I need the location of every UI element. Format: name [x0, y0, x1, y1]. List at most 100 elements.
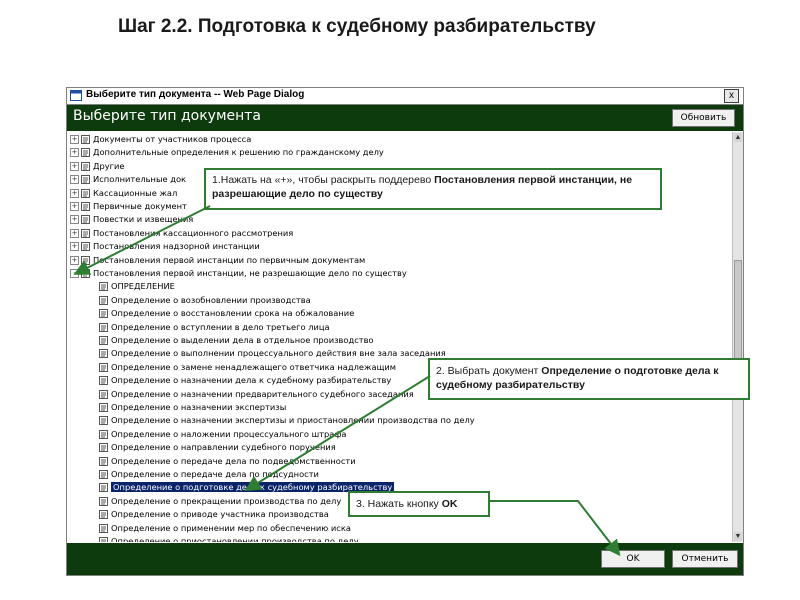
callout-3-text: 3. Нажать кнопку [356, 498, 442, 510]
tree-child-node[interactable]: Определение о назначении предварительног… [99, 388, 414, 401]
document-icon [99, 376, 108, 386]
document-icon [99, 416, 108, 426]
tree-child-node[interactable]: Определение о передаче дела по подведомс… [99, 455, 356, 468]
document-icon [81, 161, 90, 171]
document-icon [99, 456, 108, 466]
callout-step-2: 2. Выбрать документ Определение о подгот… [428, 358, 750, 400]
tree-node-label: Первичные документ [93, 201, 187, 211]
tree-node[interactable]: + Повестки и извещения [70, 213, 193, 226]
document-icon [99, 443, 108, 453]
document-icon [99, 389, 108, 399]
tree-node-label: Определение о вступлении в дело третьего… [111, 321, 330, 332]
tree-child-node[interactable]: Определение о приостановлении производст… [99, 535, 359, 542]
scroll-down-arrow-icon[interactable]: ▼ [734, 532, 742, 541]
tree-node-label: Повестки и извещения [93, 214, 194, 225]
callout-step-1: 1.Нажать на «+», чтобы раскрыть поддерев… [204, 168, 662, 210]
web-page-icon [70, 90, 82, 101]
tree-child-node[interactable]: Определение о выделении дела в отдельное… [99, 334, 374, 347]
tree-node-label: Кассационные жал [93, 187, 178, 198]
refresh-button[interactable]: Обновить [672, 109, 735, 127]
document-icon [81, 202, 90, 211]
expand-icon[interactable]: + [70, 202, 79, 211]
tree-node-label: Документы от участников процесса [93, 134, 252, 144]
tree-child-node[interactable]: Определение о замене ненадлежащего ответ… [99, 361, 396, 374]
tree-node-label: Определение о восстановлении срока на об… [111, 308, 355, 319]
document-icon [99, 483, 108, 493]
tree-node-label: Определение о прекращении производства п… [111, 495, 342, 506]
tree-node-label: Определение о применении мер по обеспече… [111, 522, 351, 533]
dialog-header: Выберите тип документа Обновить [67, 105, 743, 131]
document-icon [99, 510, 108, 520]
document-icon [99, 523, 108, 533]
document-icon [81, 188, 90, 198]
tree-child-node[interactable]: ОПРЕДЕЛЕНИЕ [99, 280, 175, 293]
tree-node[interactable]: + Постановления надзорной инстанции [70, 240, 260, 253]
expand-icon[interactable]: + [70, 135, 79, 144]
expand-icon[interactable]: + [70, 161, 79, 171]
tree-node[interactable]: + Дополнительные определения к решению по… [70, 146, 384, 159]
tree-node[interactable]: + Исполнительные док [70, 173, 186, 186]
collapse-icon[interactable]: - [70, 269, 79, 278]
tree-node[interactable]: + Кассационные жал [70, 187, 177, 200]
document-icon [99, 537, 108, 542]
expand-icon[interactable]: + [70, 242, 79, 252]
tree-node-label: Определение о направлении судебного пору… [111, 442, 336, 453]
tree-child-node[interactable]: Определение о приводе участника производ… [99, 508, 329, 521]
tree-node-label: Другие [93, 160, 125, 171]
tree-node-label: Определение о возобновлении производства [111, 294, 311, 305]
tree-child-node[interactable]: Определение о назначении дела к судебном… [99, 374, 391, 387]
expand-icon[interactable]: + [70, 255, 79, 265]
scrollbar-thumb[interactable] [734, 260, 742, 370]
ok-button[interactable]: OK [601, 550, 665, 568]
tree-node-label: ОПРЕДЕЛЕНИЕ [111, 281, 175, 292]
tree-child-node[interactable]: Определение о вступлении в дело третьего… [99, 321, 330, 334]
expand-icon[interactable]: + [70, 148, 79, 158]
close-button[interactable]: x [724, 89, 739, 103]
document-icon [99, 322, 108, 332]
tree-node-label: Определение о передаче дела по подведомс… [111, 455, 356, 466]
tree-node[interactable]: - Постановления первой инстанции, не разр… [70, 267, 407, 280]
tree-node-label: Определение о наложении процессуального … [111, 428, 347, 439]
cancel-button[interactable]: Отменить [672, 550, 738, 568]
document-icon [81, 228, 90, 238]
tree-child-node[interactable]: Определение о наложении процессуального … [99, 428, 347, 441]
tree-child-node[interactable]: Определение о применении мер по обеспече… [99, 522, 351, 535]
tree-child-node[interactable]: Определение о назначении экспертизы [99, 401, 286, 414]
tree-child-node[interactable]: Определение о прекращении производства п… [99, 495, 341, 508]
slide-title: Шаг 2.2. Подготовка к судебному разбират… [118, 16, 596, 37]
tree-node-label: Определение о назначении предварительног… [111, 388, 414, 399]
callout-step-3: 3. Нажать кнопку OK [348, 491, 490, 517]
document-icon [99, 336, 108, 345]
document-icon [99, 295, 108, 305]
document-icon [81, 242, 90, 252]
tree-node-label: Определение о назначении дела к судебном… [111, 375, 392, 386]
tree-child-node[interactable]: Определение о передаче дела по подсуднос… [99, 468, 319, 481]
expand-icon[interactable]: + [70, 188, 79, 198]
tree-node[interactable]: + Постановления кассационного рассмотрени… [70, 227, 293, 240]
scroll-up-arrow-icon[interactable]: ▲ [734, 133, 742, 142]
tree-child-node[interactable]: Определение о возобновлении производства [99, 294, 311, 307]
tree-node-label: Постановления первой инстанции, не разре… [93, 268, 407, 278]
tree-child-node[interactable]: Определение о назначении экспертизы и пр… [99, 414, 475, 427]
dialog-footer: OK Отменить [67, 543, 743, 575]
tree-node[interactable]: + Первичные документ [70, 200, 187, 213]
tree-node-label: Определение о передаче дела по подсуднос… [111, 469, 319, 479]
tree-node[interactable]: + Документы от участников процесса [70, 133, 251, 146]
expand-icon[interactable]: + [70, 175, 79, 185]
dialog-titlebar[interactable]: Выберите тип документа -- Web Page Dialo… [67, 88, 743, 105]
tree-child-node[interactable]: Определение о направлении судебного пору… [99, 441, 336, 454]
document-icon [99, 403, 108, 412]
dialog-window-title: Выберите тип документа -- Web Page Dialo… [86, 89, 305, 100]
expand-icon[interactable]: + [70, 228, 79, 238]
tree-node[interactable]: + Другие [70, 160, 125, 173]
tree-node[interactable]: + Постановления первой инстанции по перви… [70, 254, 365, 267]
document-icon [99, 362, 108, 372]
tree-scrollbar[interactable]: ▲ ▼ [732, 132, 743, 542]
tree-child-node[interactable]: Определение о восстановлении срока на об… [99, 307, 354, 320]
tree-node-label: Определение о приводе участника производ… [111, 509, 329, 520]
callout-1-text: 1.Нажать на «+», чтобы раскрыть поддерев… [212, 174, 435, 186]
document-icon [81, 148, 90, 158]
tree-node-label: Определение о выполнении процессуального… [111, 348, 446, 359]
tree-child-node[interactable]: Определение о выполнении процессуального… [99, 347, 446, 360]
expand-icon[interactable]: + [70, 215, 79, 225]
